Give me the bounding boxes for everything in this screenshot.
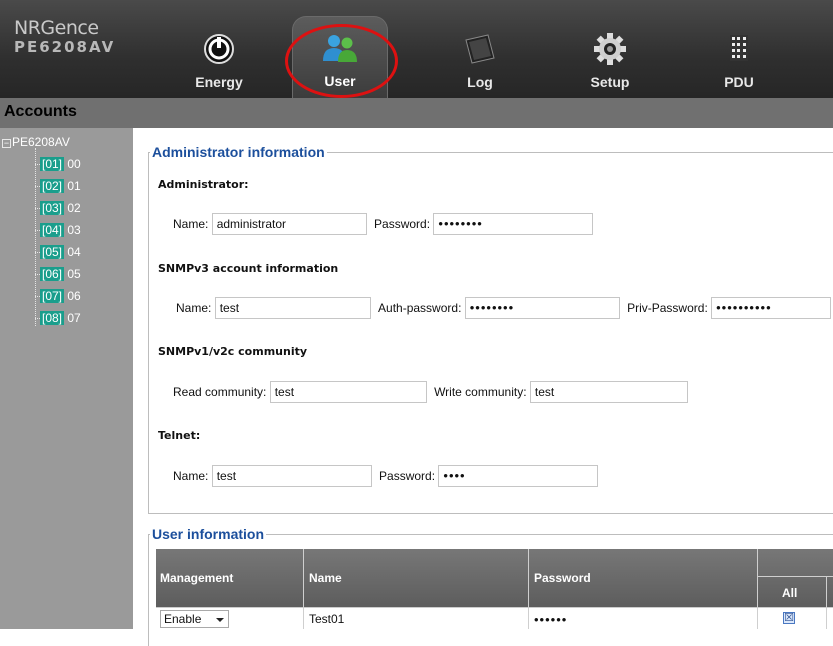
tree-root-label: PE6208AV [12,135,70,149]
tree-item-account[interactable]: [02] 01 [35,179,81,195]
active-tab-highlight [285,24,398,98]
column-management: Management [160,571,234,585]
snmpv3-priv-password-label: Priv-Password: [627,301,708,315]
write-community-label: Write community: [434,385,527,399]
tree-item-account[interactable]: [04] 03 [35,223,81,239]
tree-item-account[interactable]: [07] 06 [35,289,81,305]
telnet-row: Name: test Password: •••• [173,465,599,487]
write-community-field[interactable]: test [529,381,688,403]
admin-password-label: Password: [374,217,431,231]
read-community-field[interactable]: test [269,381,427,403]
account-name: 03 [67,223,81,237]
administrator-row: Name: administrator Password: •••••••• [173,213,594,235]
account-id: [08] [40,311,65,325]
tree-item-account[interactable]: [05] 04 [35,245,81,261]
snmpv1-row: Read community: test Write community: te… [173,381,688,403]
tab-energy-label: Energy [195,74,243,90]
snmpv3-priv-password-field[interactable]: •••••••••• [711,297,832,319]
main-content: Administrator information Administrator:… [133,128,833,646]
snmpv3-auth-password-label: Auth-password: [378,301,462,315]
section-header-bar: Accounts [0,98,833,128]
snmpv3-name-label: Name: [176,301,212,315]
tab-pdu[interactable]: PDU [691,28,787,94]
gear-icon [590,32,630,66]
account-id: [03] [40,201,65,215]
top-navigation-bar: NRGence PE6208AV Energy User Log Setup P… [0,0,833,98]
account-name: 02 [67,201,81,215]
pdu-icon [719,32,759,66]
all-checkbox[interactable]: ☒ [783,612,795,624]
administrator-information-panel: Administrator information [148,144,833,514]
user-information-legend: User information [152,526,265,542]
column-password: Password [534,571,591,585]
section-title: Accounts [4,103,77,120]
account-id: [04] [40,223,65,237]
account-id: [05] [40,245,65,259]
admin-name-label: Name: [173,217,209,231]
admin-password-field[interactable]: •••••••• [433,213,594,235]
collapse-icon[interactable]: − [2,139,11,148]
account-id: [01] [40,157,65,171]
tab-energy[interactable]: Energy [171,28,267,94]
account-id: [02] [40,179,65,193]
tree-item-account[interactable]: [03] 02 [35,201,81,217]
account-name: 06 [67,289,81,303]
sidebar: − PE6208AV [01] 00 [02] 01 [03] 02 [04] 0… [0,128,133,629]
tree-root[interactable]: − PE6208AV [2,135,70,149]
management-select-value: Enable [164,612,202,626]
account-id: [07] [40,289,65,303]
tree-item-account[interactable]: [06] 05 [35,267,81,283]
account-name: 04 [67,245,81,259]
chevron-down-icon [216,618,224,622]
snmpv1-heading: SNMPv1/v2c community [158,345,308,358]
account-name: 05 [67,267,81,281]
column-all: All [782,586,798,600]
telnet-password-field[interactable]: •••• [438,465,599,487]
management-select[interactable]: Enable [160,610,229,628]
user-name-cell: Test01 [309,612,345,626]
logo-brand: NRGence [14,17,99,39]
admin-name-field[interactable]: administrator [211,213,367,235]
tab-log[interactable]: Log [432,28,528,94]
tree-item-account[interactable]: [08] 07 [35,311,81,327]
telnet-password-label: Password: [379,469,436,483]
administrator-information-legend: Administrator information [152,144,325,160]
tab-setup[interactable]: Setup [562,28,658,94]
telnet-name-field[interactable]: test [211,465,372,487]
administrator-heading: Administrator: [158,178,249,191]
table-row [156,607,833,629]
account-name: 01 [67,179,81,193]
power-icon [199,32,239,66]
account-name: 00 [67,157,81,171]
telnet-name-label: Name: [173,469,209,483]
user-password-cell: •••••• [534,612,568,627]
tab-setup-label: Setup [590,74,630,90]
tab-log-label: Log [467,74,493,90]
account-name: 07 [67,311,81,325]
header-divider [758,576,833,577]
user-table-header [156,549,833,607]
column-name: Name [309,571,342,585]
snmpv3-heading: SNMPv3 account information [158,262,339,275]
tree-item-account[interactable]: [01] 00 [35,157,81,173]
logo: NRGence PE6208AV [14,18,115,56]
tab-pdu-label: PDU [724,74,754,90]
snmpv3-name-field[interactable]: test [214,297,371,319]
snmpv3-auth-password-field[interactable]: •••••••• [464,297,620,319]
logo-model: PE6208AV [14,38,116,56]
account-id: [06] [40,267,65,281]
log-icon [460,32,500,66]
read-community-label: Read community: [173,385,267,399]
telnet-heading: Telnet: [158,429,201,442]
snmpv3-row: Name: test Auth-password: •••••••• Priv-… [176,297,832,319]
